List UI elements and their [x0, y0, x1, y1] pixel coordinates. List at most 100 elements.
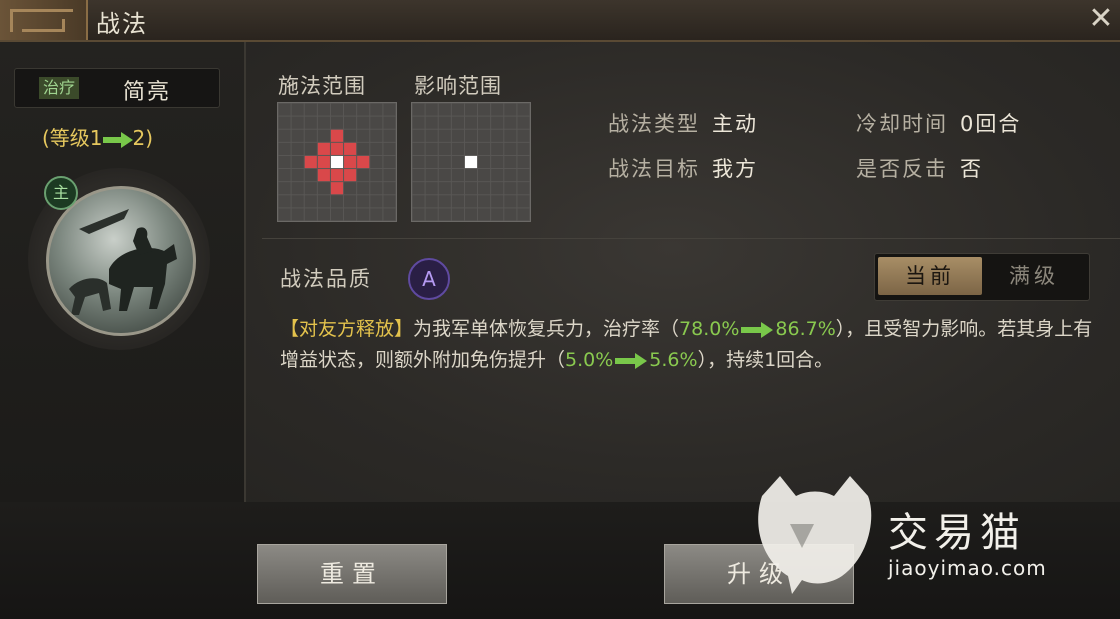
grid-cell	[370, 182, 383, 195]
grid-cell	[478, 208, 491, 221]
quality-grade-badge: A	[408, 258, 450, 300]
grid-cell	[451, 208, 464, 221]
grid-range-cell	[317, 155, 330, 169]
upgrade-button[interactable]: 升级	[664, 544, 854, 604]
skill-type-value: 主动	[712, 112, 758, 136]
grid-cell	[425, 142, 438, 155]
grid-range-cell	[357, 155, 370, 169]
grid-cell	[517, 129, 530, 142]
damage-reduction-next: 5.6%	[649, 349, 698, 371]
grid-cell	[478, 103, 491, 116]
counter-label: 是否反击	[856, 157, 948, 181]
description-text-3: ），持续1回合。	[697, 349, 834, 371]
grid-cell	[278, 116, 291, 129]
tab-max-level[interactable]: 满级	[982, 257, 1086, 295]
level-indicator: (等级1 2)	[42, 122, 153, 151]
grid-cell	[291, 155, 304, 169]
grid-cell	[517, 103, 530, 116]
grid-cell	[412, 155, 425, 169]
skill-type-label: 战法类型	[608, 112, 700, 136]
grid-cell	[438, 208, 451, 221]
grid-range-cell	[317, 169, 330, 182]
grid-cell	[491, 208, 504, 221]
heal-rate-next: 86.7%	[775, 318, 836, 340]
grid-cell	[383, 182, 396, 195]
grid-cell	[383, 208, 396, 221]
quality-label: 战法品质	[280, 267, 372, 291]
grid-cell	[317, 208, 330, 221]
close-icon[interactable]: ✕	[1086, 2, 1116, 36]
grid-cell	[278, 103, 291, 116]
grid-cell	[412, 116, 425, 129]
grid-center-cell	[464, 155, 478, 169]
grid-cell	[517, 116, 530, 129]
grid-cell	[504, 169, 517, 182]
skill-detail-panel: 战法 ✕ 治疗 简亮 (等级1 2) 主 施法范围 影响范围 战法类型 主动 冷却时…	[0, 0, 1120, 619]
grid-cell	[491, 142, 504, 155]
grid-cell	[317, 195, 330, 208]
grid-center-cell	[330, 155, 344, 169]
grid-cell	[451, 116, 464, 129]
grid-cell	[438, 103, 451, 116]
grid-cell	[425, 155, 438, 169]
reset-button[interactable]: 重置	[257, 544, 447, 604]
level-from: (等级1	[42, 126, 103, 150]
grid-cell	[425, 169, 438, 182]
grid-cell	[464, 103, 478, 116]
skill-portrait	[46, 186, 196, 336]
grid-cell	[317, 116, 330, 129]
grid-cell	[478, 129, 491, 142]
effect-range-grid-svg	[412, 103, 530, 221]
grid-range-cell	[330, 142, 344, 155]
description-text-1: 为我军单体恢复兵力，治疗率（	[413, 318, 680, 340]
cast-range-label: 施法范围	[278, 74, 366, 98]
grid-cell	[491, 103, 504, 116]
grid-cell	[370, 155, 383, 169]
grid-cell	[317, 182, 330, 195]
grid-cell	[278, 182, 291, 195]
grid-cell	[438, 155, 451, 169]
grid-cell	[491, 155, 504, 169]
grid-cell	[412, 208, 425, 221]
skill-type-row: 战法类型 主动	[608, 108, 758, 138]
grid-cell	[478, 169, 491, 182]
grid-range-cell	[344, 142, 357, 155]
grid-cell	[291, 182, 304, 195]
grid-cell	[464, 116, 478, 129]
grid-cell	[330, 116, 344, 129]
description-lead: 【对友方释放】	[280, 318, 414, 340]
grid-cell	[383, 142, 396, 155]
grid-cell	[425, 195, 438, 208]
level-view-toggle: 当前 满级	[874, 253, 1090, 301]
grid-cell	[504, 116, 517, 129]
grid-range-cell	[330, 169, 344, 182]
level-arrow-icon	[102, 131, 133, 148]
increase-arrow-icon	[615, 352, 648, 369]
grid-cell	[517, 155, 530, 169]
cooldown-row: 冷却时间 0回合	[856, 108, 1021, 138]
grid-cell	[304, 103, 317, 116]
increase-arrow-icon	[741, 321, 774, 338]
header-bar: 战法 ✕	[0, 0, 1120, 42]
level-to: 2)	[132, 126, 154, 150]
damage-reduction-current: 5.0%	[565, 349, 614, 371]
grid-cell	[464, 195, 478, 208]
grid-cell	[491, 195, 504, 208]
grid-cell	[504, 142, 517, 155]
grid-cell	[451, 182, 464, 195]
grid-cell	[357, 103, 370, 116]
effect-range-grid	[411, 102, 531, 222]
grid-cell	[304, 195, 317, 208]
grid-cell	[291, 169, 304, 182]
grid-cell	[491, 182, 504, 195]
grid-cell	[517, 195, 530, 208]
grid-cell	[278, 142, 291, 155]
grid-cell	[451, 195, 464, 208]
grid-cell	[357, 208, 370, 221]
tab-current[interactable]: 当前	[878, 257, 982, 295]
grid-cell	[304, 208, 317, 221]
grid-cell	[438, 116, 451, 129]
grid-cell	[491, 116, 504, 129]
grid-cell	[478, 195, 491, 208]
skill-target-value: 我方	[712, 157, 758, 181]
